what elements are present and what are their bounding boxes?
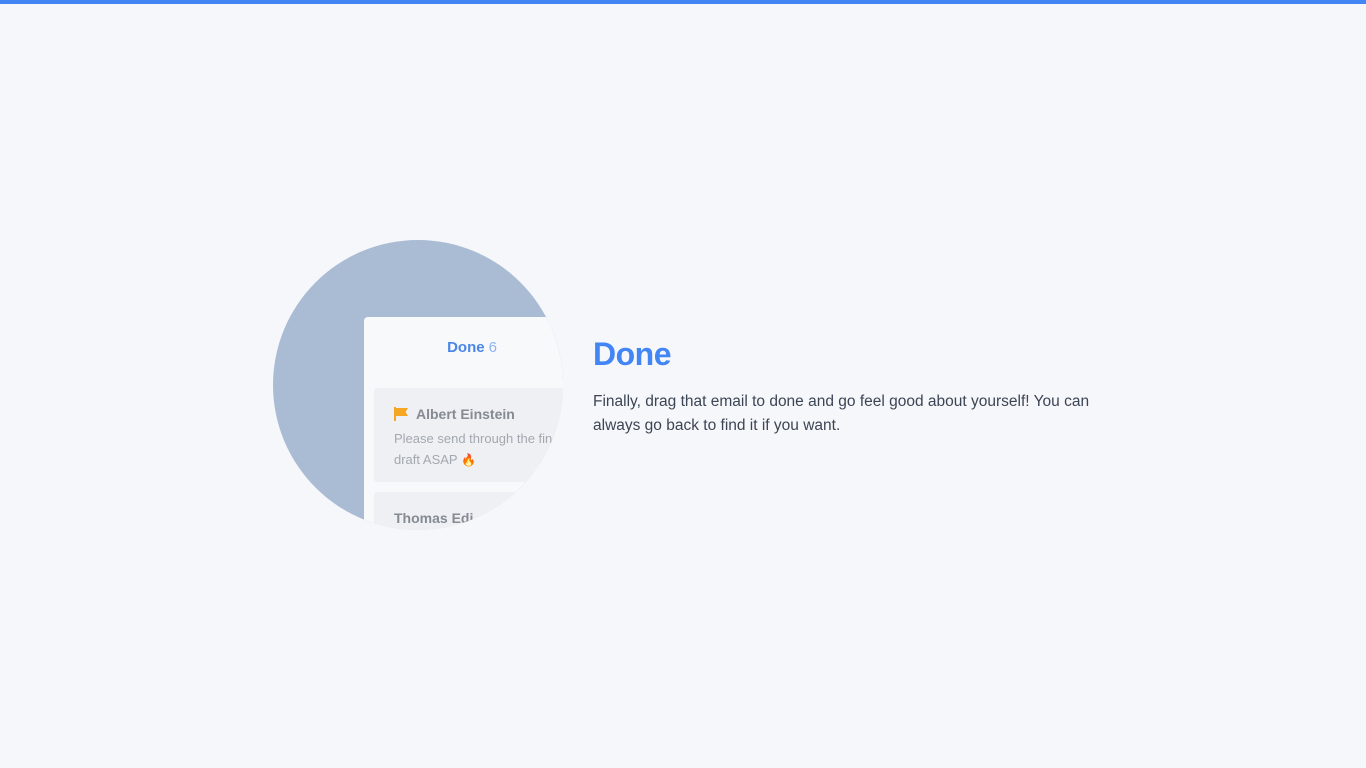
snippet-text: Please send through the final draft ASAP [394, 431, 563, 467]
done-column-card: Done 6 Albert Einstein Please send throug… [364, 317, 563, 530]
column-header: Done 6 [364, 339, 563, 356]
page-description: Finally, drag that email to done and go … [593, 393, 1090, 434]
top-progress-bar [0, 0, 1366, 4]
email-card: Thomas Edi [374, 492, 563, 530]
column-title: Done [447, 339, 485, 356]
done-column-illustration: Done 6 Albert Einstein Please send throug… [273, 240, 563, 530]
flag-icon [394, 407, 408, 421]
fire-icon: 🔥 [460, 453, 476, 467]
sender-name: Albert Einstein [416, 406, 515, 422]
email-snippet: Please send through the final draft ASAP… [394, 428, 563, 471]
email-sender: Albert Einstein [394, 406, 515, 422]
column-count: 6 [488, 339, 497, 356]
page-title: Done [593, 336, 672, 372]
sender-name: Thomas Edi [394, 510, 474, 526]
email-sender: Thomas Edi [394, 510, 473, 526]
email-card: Albert Einstein Please send through the … [374, 388, 563, 482]
